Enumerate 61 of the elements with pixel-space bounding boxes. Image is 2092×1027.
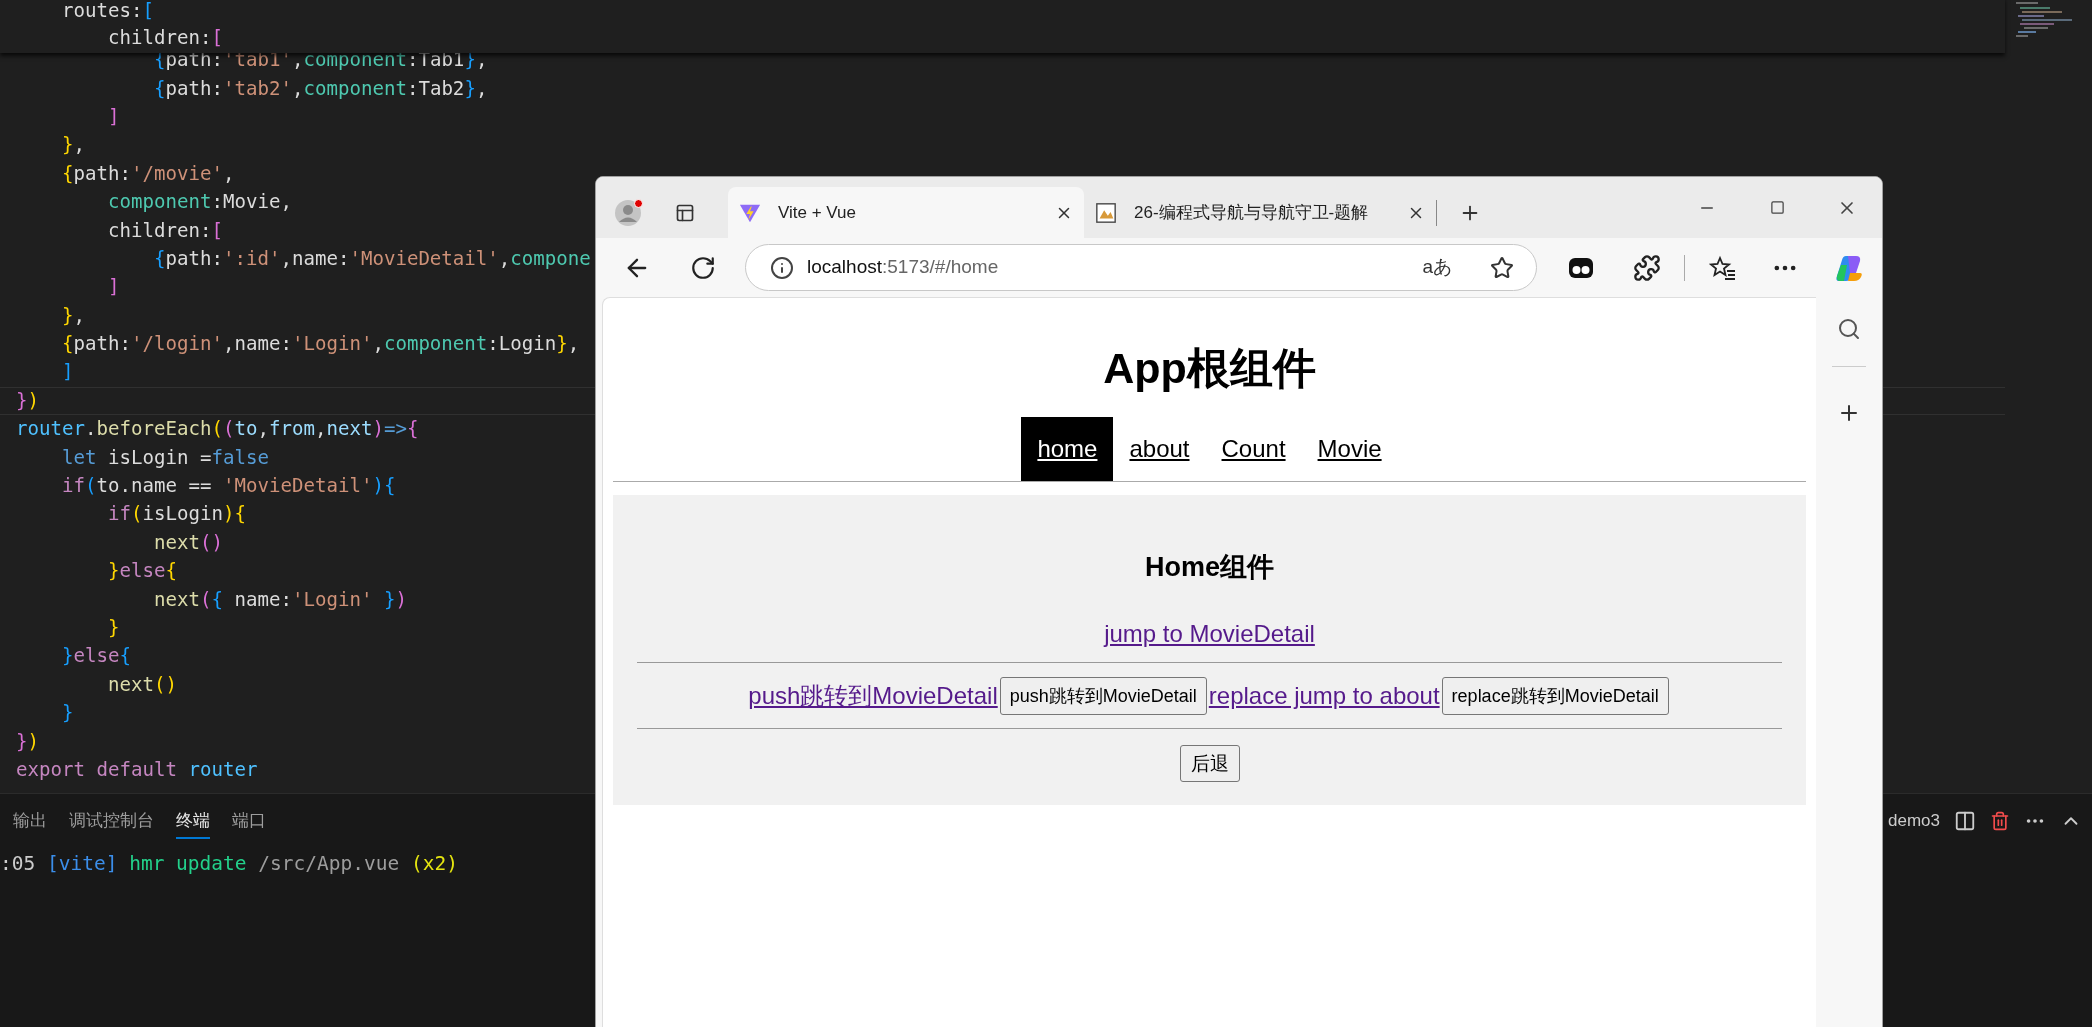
favorite-star-icon[interactable] (1490, 255, 1514, 280)
code-line: next() (106, 671, 177, 698)
code-line: {path:'/login',name:'Login',component:Login}, (60, 331, 580, 358)
code-line: }) (16, 728, 39, 755)
code-line: if(isLogin){ (106, 501, 246, 528)
back-button[interactable]: 后退 (1179, 745, 1240, 782)
code-line: }else{ (60, 643, 131, 670)
panel-tab[interactable]: 调试控制台 (69, 803, 154, 839)
nav-action-link[interactable]: replace jump to about (1208, 680, 1440, 712)
nav-action-button[interactable]: push跳转到MovieDetail (999, 677, 1207, 715)
code-line: } (106, 615, 120, 641)
trash-icon[interactable] (1990, 810, 2010, 832)
nav-action-link[interactable]: push跳转到MovieDetail (748, 680, 998, 712)
nav-action-button[interactable]: replace跳转到MovieDetail (1441, 677, 1669, 715)
read-aloud-button[interactable]: aあ (1422, 253, 1452, 282)
code-line: {path:'/movie', (60, 160, 235, 187)
puzzle-icon[interactable] (1633, 253, 1661, 282)
section-heading: Home组件 (1145, 551, 1274, 584)
avatar-icon[interactable] (615, 199, 641, 226)
code-line: }) (16, 387, 39, 414)
page-title: App根组件 (1103, 343, 1316, 394)
code-line: }, (60, 302, 85, 329)
reload-icon[interactable] (690, 254, 716, 281)
code-line: ] (60, 359, 74, 386)
code-line: export default router (16, 756, 258, 783)
nav-link[interactable]: home (1021, 417, 1114, 481)
code-line: children:[ (106, 25, 223, 51)
info-icon[interactable] (770, 255, 794, 280)
movie-detail-link[interactable]: jump to MovieDetail (1104, 618, 1315, 650)
panel-tab[interactable]: 终端 (176, 803, 210, 839)
panel-tab[interactable]: 输出 (13, 803, 47, 839)
browser-tab[interactable]: 26-编程式导航与导航守卫-题解 (1084, 187, 1436, 238)
code-line: }, (60, 132, 85, 159)
code-line: } (60, 700, 74, 727)
code-line: if(to.name == 'MovieDetail'){ (60, 473, 396, 500)
maximize-icon[interactable] (1769, 200, 1785, 215)
code-line: routes:[ (60, 0, 154, 24)
tab-actions-icon[interactable] (675, 202, 695, 223)
browser-tab[interactable]: Vite + Vue (728, 187, 1084, 238)
nav-link[interactable]: Movie (1301, 417, 1398, 481)
code-line: component:Movie, (106, 189, 292, 216)
code-line: let isLogin =false (60, 444, 269, 471)
page-icon (1095, 201, 1117, 224)
nav-link[interactable]: about (1113, 417, 1206, 481)
panel-tab[interactable]: 端口 (232, 803, 266, 839)
code-line: ] (106, 274, 120, 301)
nav-link[interactable]: Count (1205, 417, 1302, 481)
code-line: {path:':id',name:'MovieDetail',compone (152, 245, 591, 272)
code-line: router.beforeEach((to,from,next)=>{ (16, 416, 419, 443)
code-line: next() (152, 529, 223, 556)
search-icon[interactable] (1837, 317, 1861, 341)
terminal-line: :05 [vite] hmr update /src/App.vue (x2) (0, 851, 458, 877)
code-line: }else{ (106, 558, 177, 585)
address-field[interactable]: localhost:5173/#/home aあ (745, 244, 1537, 291)
terminal-name: demo3 (1888, 810, 1940, 833)
code-line: ] (106, 103, 120, 130)
split-icon[interactable] (1954, 810, 1976, 832)
url-text: localhost:5173/#/home (807, 255, 999, 280)
code-line: children:[ (106, 217, 223, 244)
code-line: next({ name:'Login' }) (152, 586, 407, 613)
code-line: {path:'tab2',component:Tab2}, (152, 75, 488, 102)
